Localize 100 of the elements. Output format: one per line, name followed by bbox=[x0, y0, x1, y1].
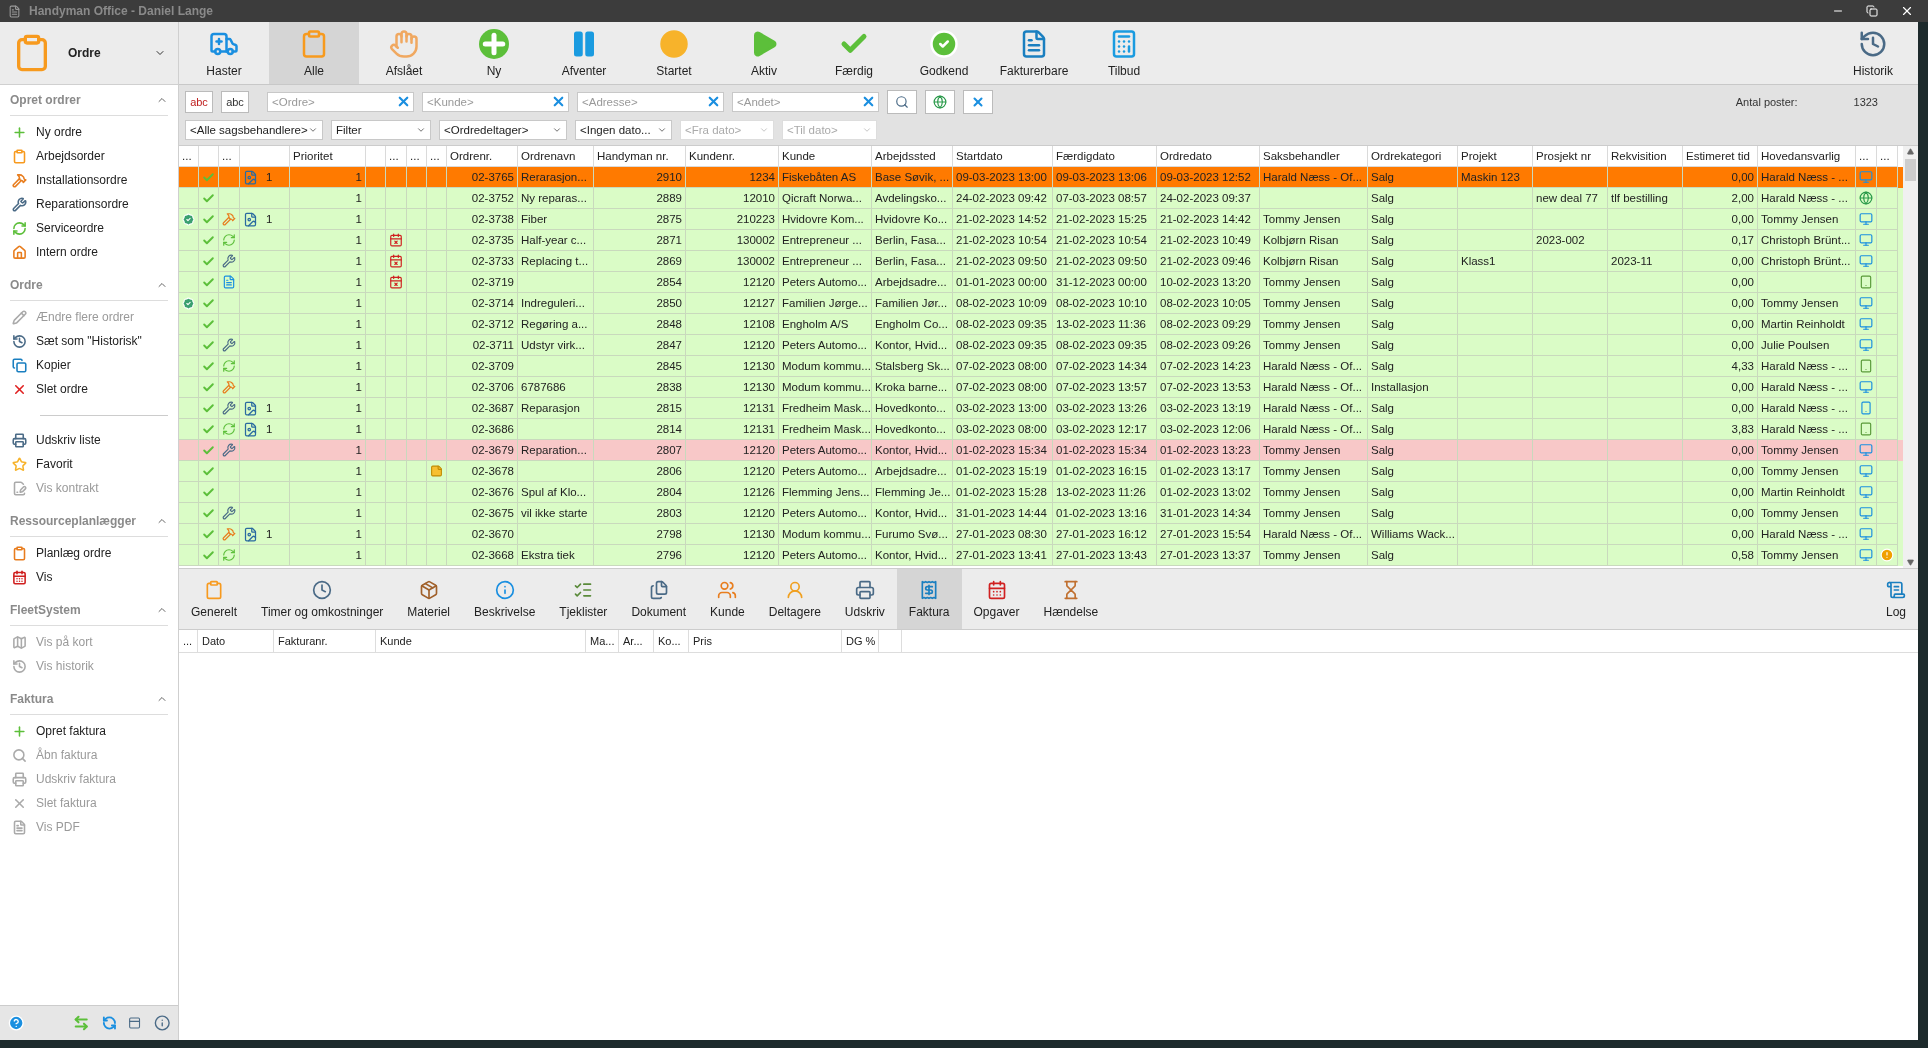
table-row[interactable]: 1 02-3712 Regøring a... 2848 12108 Engholm A/S Engholm Co... 08-02-2023 09:35 13-02-2023 11:36 08-02-2023 09:29 Tommy Jensen Salg 0,00 Martin Reinholdt bbox=[179, 314, 1903, 335]
table-row[interactable]: 1 1 02-3670 2798 12130 Modum kommu... Furumo Svø... 27-01-2023 08:30 27-01-2023 16:12 27-01-2023 15:54 Harald Næss - Of... Williams Wack... 0,00 Harald Næss - ... bbox=[179, 524, 1903, 545]
table-row[interactable]: 1 02-3678 2806 12120 Peters Automo... Arbejdsadre... 01-02-2023 15:19 01-02-2023 16:15 01-02-2023 13:17 Tommy Jensen Salg 0,00 Tommy Jensen bbox=[179, 461, 1903, 482]
toolbar-button[interactable]: Startet bbox=[629, 22, 719, 84]
clear-icon[interactable] bbox=[861, 94, 876, 109]
dropdown[interactable]: <Ordredeltager> bbox=[439, 120, 567, 140]
table-cell: 12120 bbox=[743, 507, 775, 519]
toolbar-button[interactable]: Afslået bbox=[359, 22, 449, 84]
case-toggle[interactable]: abc bbox=[185, 91, 213, 113]
sidebar-item[interactable]: Arbejdsorder bbox=[10, 144, 168, 168]
scroll-up-icon[interactable] bbox=[1907, 148, 1914, 155]
sidebar-item[interactable]: Slet ordre bbox=[10, 377, 168, 401]
detail-tab[interactable]: Tjeklister bbox=[547, 569, 620, 629]
column-header[interactable]: Pris bbox=[693, 635, 712, 647]
detail-tab[interactable]: Hændelse bbox=[1031, 569, 1111, 629]
table-row[interactable]: 1 1 02-3686 2814 12131 Fredheim Mask... Hovedkonto... 03-02-2023 08:00 03-02-2023 12:17 03-02-2023 12:06 Harald Næss - Of... Salg 3,83 Harald Næss - ... bbox=[179, 419, 1903, 440]
map-search-button[interactable] bbox=[925, 90, 955, 114]
toolbar-button[interactable]: Færdig bbox=[809, 22, 899, 84]
toolbar-button[interactable]: Tilbud bbox=[1079, 22, 1169, 84]
table-row[interactable]: 1 02-3668 Ekstra tiek 2796 12120 Peters Automo... Kontor, Hvid... 27-01-2023 13:41 27-01-2023 13:43 27-01-2023 13:37 Tommy Jensen Salg 0,58 Tommy Jensen bbox=[179, 545, 1903, 566]
detail-tab[interactable]: Opgaver bbox=[961, 569, 1032, 629]
case-toggle[interactable]: abc bbox=[221, 91, 249, 113]
sync-icon[interactable] bbox=[101, 1014, 117, 1032]
dropdown[interactable]: Filter bbox=[331, 120, 431, 140]
toolbar-button[interactable]: Alle bbox=[269, 22, 359, 84]
toolbar-button[interactable]: Afventer bbox=[539, 22, 629, 84]
table-row[interactable]: 1 02-3709 2845 12130 Modum kommu... Stalsberg Sk... 07-02-2023 08:00 07-02-2023 14:34 07-02-2023 14:23 Harald Næss - Of... Salg 4,33 Harald Næss - ... bbox=[179, 356, 1903, 377]
table-row[interactable]: 1 1 02-3687 Reparasjon 2815 12131 Fredheim Mask... Hovedkonto... 03-02-2023 13:00 03-02-2023 13:26 03-02-2023 13:19 Harald Næss - Of... Salg 0,00 Harald Næss - ... bbox=[179, 398, 1903, 419]
column-header[interactable]: Ko... bbox=[658, 635, 681, 647]
toolbar-button[interactable]: Historik bbox=[1828, 22, 1918, 84]
sidebar-item[interactable]: Udskriv liste bbox=[10, 428, 168, 452]
sidebar-item[interactable]: Ny ordre bbox=[10, 120, 168, 144]
table-row[interactable]: 1 02-3752 Ny reparas... 2889 12010 Qicraft Norwa... Avdelingsko... 24-02-2023 09:42 07-03-2023 08:57 24-02-2023 09:37 Salg new deal 77 tlf bestilling 2,00 Harald Næss - ... bbox=[179, 188, 1903, 209]
toolbar-button[interactable]: Ny bbox=[449, 22, 539, 84]
detail-tab[interactable]: Deltagere bbox=[756, 569, 833, 629]
detail-tab[interactable]: Materiel bbox=[395, 569, 462, 629]
table-row[interactable]: 1 02-3675 vil ikke starte 2803 12120 Peters Automo... Kontor, Hvid... 31-01-2023 14:44 01-02-2023 13:16 31-01-2023 14:34 Tommy Jensen Salg 0,00 Tommy Jensen bbox=[179, 503, 1903, 524]
info-icon[interactable] bbox=[153, 1013, 170, 1033]
table-row[interactable]: 1 1 02-3738 Fiber 2875 210223 Hvidovre Kom... Hvidovre Ko... 21-02-2023 14:52 21-02-2023 15:25 21-02-2023 14:42 Tommy Jensen Salg 0,00 Tommy Jensen bbox=[179, 209, 1903, 230]
column-header[interactable]: Ar... bbox=[623, 635, 643, 647]
column-header[interactable]: DG % bbox=[846, 635, 876, 647]
detail-tab[interactable]: Timer og omkostninger bbox=[249, 569, 396, 629]
sidebar-item[interactable]: Vis bbox=[10, 565, 168, 589]
table-row[interactable]: 1 02-3714 Indreguleri... 2850 12127 Familien Jørge... Familien Jør... 08-02-2023 10:09 08-02-2023 10:10 08-02-2023 10:05 Tommy Jensen Salg 0,00 Tommy Jensen bbox=[179, 293, 1903, 314]
module-selector[interactable]: Ordre bbox=[0, 22, 178, 85]
table-row[interactable]: 1 02-3676 Spul af Klo... 2804 12126 Flemming Jens... Flemming Je... 01-02-2023 15:28 13-02-2023 11:26 01-02-2023 13:02 Tommy Jensen Salg 0,00 Martin Reinholdt bbox=[179, 482, 1903, 503]
sidebar-item[interactable]: Kopier bbox=[10, 353, 168, 377]
detail-tab[interactable]: Kunde bbox=[698, 569, 757, 629]
table-row[interactable]: 1 02-3679 Reparation... 2807 12120 Peters Automo... Kontor, Hvid... 01-02-2023 15:34 01-02-2023 15:34 01-02-2023 13:23 Tommy Jensen Salg 0,00 Tommy Jensen bbox=[179, 440, 1903, 461]
search-field[interactable]: <Kunde> bbox=[422, 92, 569, 112]
detail-tab[interactable]: Generelt bbox=[179, 569, 250, 629]
search-field[interactable]: <Adresse> bbox=[577, 92, 724, 112]
search-field[interactable]: <Ordre> bbox=[267, 92, 414, 112]
detail-tab[interactable]: Dokument bbox=[619, 569, 699, 629]
detail-tab[interactable]: Udskriv bbox=[832, 569, 897, 629]
sidebar-item[interactable]: Intern ordre bbox=[10, 240, 168, 264]
detail-tab[interactable]: Faktura bbox=[896, 569, 962, 629]
dropdown[interactable]: <Ingen dato... bbox=[575, 120, 672, 140]
sidebar-item[interactable]: Planlæg ordre bbox=[10, 541, 168, 565]
column-header[interactable]: Dato bbox=[202, 635, 226, 647]
sidebar-item[interactable]: Opret faktura bbox=[10, 719, 168, 743]
column-header[interactable]: ... bbox=[183, 635, 193, 647]
toolbar-button[interactable]: Aktiv bbox=[719, 22, 809, 84]
restore-icon[interactable] bbox=[1866, 5, 1878, 17]
window-icon[interactable] bbox=[128, 1015, 142, 1031]
table-row[interactable]: 1 02-3706 6787686 2838 12130 Modum kommu... Kroka barne... 07-02-2023 08:00 07-02-2023 13:57 07-02-2023 13:53 Harald Næss - Of... Installasjon 0,00 Harald Næss - ... bbox=[179, 377, 1903, 398]
table-cell: 07-02-2023 08:00 bbox=[956, 381, 1047, 393]
detail-tab[interactable]: Log bbox=[1873, 569, 1918, 629]
table-row[interactable]: 1 02-3733 Replacing t... 2869 130002 Entrepreneur ... Berlin, Fasa... 21-02-2023 09:50 21-02-2023 09:50 21-02-2023 09:46 Kolbjørn Risan Salg Klass1 2023-11 0,00 Christoph Brünt... bbox=[179, 251, 1903, 272]
scrollbar[interactable] bbox=[1903, 146, 1918, 568]
table-row[interactable]: 1 1 02-3765 Rerarasjon... 2910 1234 Fiskebåten AS Base Søvik, ... 09-03-2023 13:00 09-03-2023 13:06 09-03-2023 12:52 Harald Næss - Of... Salg Maskin 123 0,00 Harald Næss - ... bbox=[179, 167, 1903, 188]
table-row[interactable]: 1 02-3711 Udstyr virk... 2847 12120 Peters Automo... Kontor, Hvid... 08-02-2023 09:35 08-02-2023 09:35 08-02-2023 09:26 Tommy Jensen Salg 0,00 Julie Poulsen bbox=[179, 335, 1903, 356]
help-icon[interactable] bbox=[8, 1013, 25, 1033]
toolbar-button[interactable]: Haster bbox=[179, 22, 269, 84]
search-field[interactable]: <Andet> bbox=[732, 92, 879, 112]
toolbar-button[interactable]: Fakturerbare bbox=[989, 22, 1079, 84]
sidebar-item[interactable]: Favorit bbox=[10, 452, 168, 476]
column-header[interactable]: Kunde bbox=[380, 635, 412, 647]
clear-button[interactable] bbox=[963, 90, 993, 114]
table-cell: Entrepreneur ... bbox=[782, 234, 862, 246]
clear-icon[interactable] bbox=[396, 94, 411, 109]
toolbar-button[interactable]: Godkend bbox=[899, 22, 989, 84]
column-header[interactable]: Ma... bbox=[590, 635, 615, 647]
swap-icon[interactable] bbox=[73, 1013, 90, 1033]
close-icon[interactable] bbox=[1900, 4, 1914, 18]
table-cell: 1 bbox=[355, 381, 362, 393]
dropdown[interactable]: <Alle sagsbehandlere> bbox=[185, 120, 323, 140]
sidebar-item[interactable]: Installationsordre bbox=[10, 168, 168, 192]
sidebar-item[interactable]: Reparationsordre bbox=[10, 192, 168, 216]
clear-icon[interactable] bbox=[706, 94, 721, 109]
search-button[interactable] bbox=[887, 90, 917, 114]
column-header[interactable]: Fakturanr. bbox=[278, 635, 328, 647]
scroll-down-icon[interactable] bbox=[1907, 559, 1914, 566]
scroll-thumb[interactable] bbox=[1905, 159, 1916, 181]
clear-icon[interactable] bbox=[551, 94, 566, 109]
sidebar-item[interactable]: Sæt som "Historisk" bbox=[10, 329, 168, 353]
detail-tab[interactable]: Beskrivelse bbox=[462, 569, 548, 629]
table-row[interactable]: 1 02-3735 Half-year c... 2871 130002 Entrepreneur ... Berlin, Fasa... 21-02-2023 10:54 21-02-2023 10:54 21-02-2023 10:49 Kolbjørn Risan Salg 2023-002 0,17 Christoph Brünt... bbox=[179, 230, 1903, 251]
sidebar-item[interactable]: Serviceordre bbox=[10, 216, 168, 240]
table-row[interactable]: 1 02-3719 2854 12120 Peters Automo... Arbejdsadre... 01-01-2023 00:00 31-12-2023 00:00 10-02-2023 13:20 Tommy Jensen Salg 0,00 bbox=[179, 272, 1903, 293]
